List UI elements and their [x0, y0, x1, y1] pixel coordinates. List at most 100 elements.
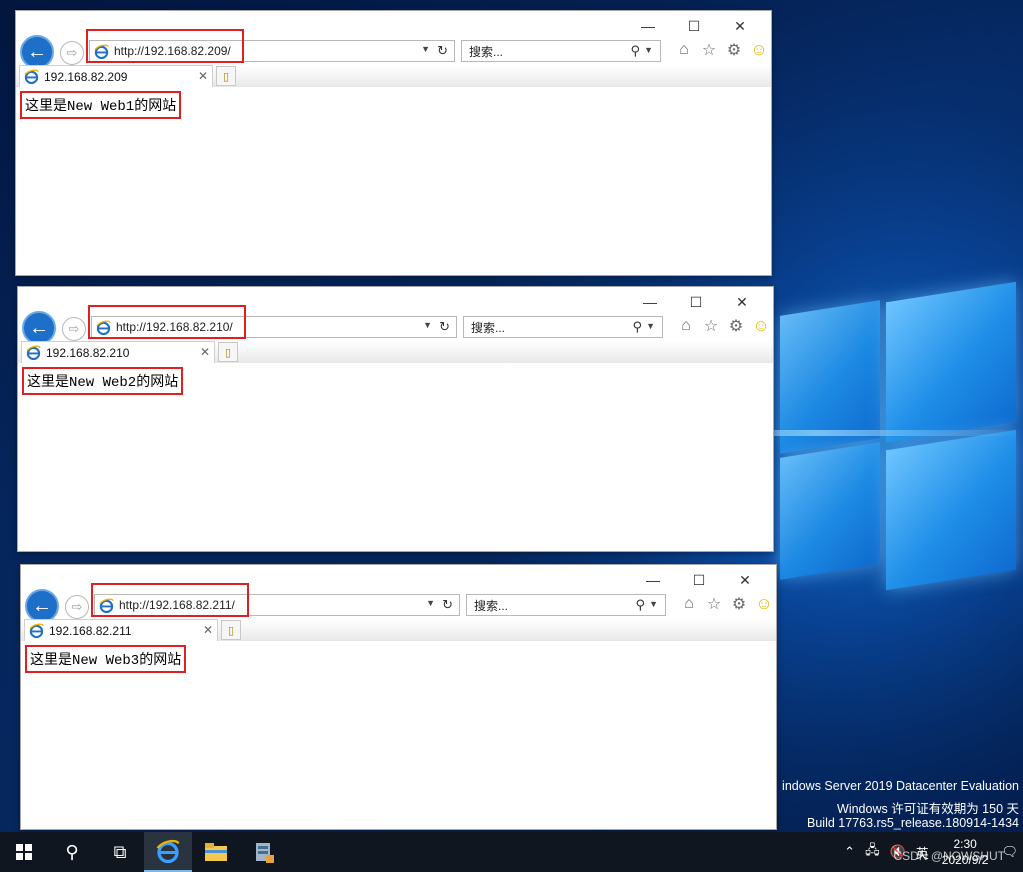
address-highlight-box — [86, 29, 244, 63]
csdn-watermark: CSDN @NOWSHUT — [893, 849, 1005, 863]
watermark-license: Windows 许可证有效期为 150 天 — [837, 802, 1019, 816]
watermark-edition: indows Server 2019 Datacenter Evaluation — [782, 779, 1019, 793]
tab-title: 192.168.82.211 — [49, 623, 132, 638]
search-icon[interactable]: ⚲ — [635, 597, 645, 613]
gear-icon[interactable]: ⚙ — [725, 315, 747, 337]
network-icon[interactable]: 🖧 — [860, 841, 885, 863]
content-prefix: 这里是 — [25, 98, 67, 114]
search-icon[interactable]: ⚲ — [632, 319, 642, 335]
smiley-icon[interactable]: ☺ — [750, 315, 772, 337]
file-explorer-icon[interactable] — [192, 832, 240, 872]
address-highlight-box — [88, 305, 246, 339]
home-icon[interactable]: ⌂ — [673, 39, 695, 61]
task-view-icon[interactable]: ⧉ — [96, 832, 144, 872]
address-highlight-box — [91, 583, 249, 617]
content-prefix: 这里是 — [30, 652, 72, 668]
windows-logo-wallpaper — [770, 281, 1023, 591]
tab-active[interactable]: 192.168.82.209 ✕ — [19, 65, 213, 87]
close-button[interactable]: ✕ — [719, 291, 765, 313]
gear-icon[interactable]: ⚙ — [728, 593, 750, 615]
minimize-button[interactable]: — — [625, 15, 671, 37]
content-prefix: 这里是 — [27, 374, 69, 390]
refresh-icon[interactable]: ↻ — [439, 319, 450, 335]
forward-button[interactable]: ⇨ — [65, 595, 89, 619]
server-manager-icon[interactable] — [240, 832, 288, 872]
minimize-button[interactable]: — — [627, 291, 673, 313]
browser-window-1[interactable]: — ☐ ✕ ← ⇨ http://192.168.82.209/ ▼ ↻ 搜索.… — [15, 10, 772, 276]
back-arrow-icon: ← — [32, 594, 52, 617]
forward-button[interactable]: ⇨ — [62, 317, 86, 341]
tab-active[interactable]: 192.168.82.211 ✕ — [24, 619, 218, 641]
ie-tab-icon — [24, 69, 39, 84]
smiley-icon[interactable]: ☺ — [753, 593, 775, 615]
search-box[interactable]: 搜索... ⚲ ▼ — [461, 40, 661, 62]
browser-window-2[interactable]: — ☐ ✕ ← ⇨ http://192.168.82.210/ ▼ ↻ 搜索.… — [17, 286, 774, 552]
star-icon[interactable]: ☆ — [700, 315, 722, 337]
minimize-button[interactable]: — — [630, 569, 676, 591]
gear-icon[interactable]: ⚙ — [723, 39, 745, 61]
star-icon[interactable]: ☆ — [698, 39, 720, 61]
home-icon[interactable]: ⌂ — [675, 315, 697, 337]
search-box[interactable]: 搜索... ⚲ ▼ — [466, 594, 666, 616]
maximize-button[interactable]: ☐ — [676, 569, 722, 591]
back-arrow-icon: ← — [29, 316, 49, 339]
toolbar-icons: ⌂ ☆ ⚙ ☺ — [673, 39, 770, 61]
search-taskbar-icon[interactable]: ⚲ — [48, 832, 96, 872]
forward-arrow-icon: ⇨ — [68, 321, 80, 336]
back-button[interactable]: ← — [22, 311, 56, 345]
windows-start-icon[interactable] — [0, 832, 48, 872]
maximize-button[interactable]: ☐ — [671, 15, 717, 37]
star-icon[interactable]: ☆ — [703, 593, 725, 615]
title-buttons: — ☐ ✕ — [625, 15, 763, 37]
address-dropdown-icon[interactable]: ▼ — [426, 598, 435, 608]
search-dropdown-icon[interactable]: ▼ — [644, 45, 653, 55]
close-button[interactable]: ✕ — [717, 15, 763, 37]
content-suffix: 的网站 — [134, 98, 177, 114]
ie-tab-icon — [26, 345, 41, 360]
search-icon[interactable]: ⚲ — [630, 43, 640, 59]
content-site-name: New Web1 — [67, 99, 135, 115]
page-content-text: 这里是New Web1的网站 — [20, 91, 182, 119]
content-site-name: New Web3 — [72, 653, 140, 669]
close-button[interactable]: ✕ — [722, 569, 768, 591]
address-dropdown-icon[interactable]: ▼ — [423, 320, 432, 330]
back-button[interactable]: ← — [20, 35, 54, 69]
search-dropdown-icon[interactable]: ▼ — [649, 599, 658, 609]
tab-strip: 192.168.82.210 ✕ ▯ — [18, 341, 773, 363]
refresh-icon[interactable]: ↻ — [442, 597, 453, 613]
toolbar-icons: ⌂ ☆ ⚙ ☺ — [675, 315, 772, 337]
smiley-icon[interactable]: ☺ — [748, 39, 770, 61]
search-box[interactable]: 搜索... ⚲ ▼ — [463, 316, 663, 338]
new-tab-button[interactable]: ▯ — [221, 620, 241, 640]
chevron-up-icon[interactable]: ⌃ — [839, 844, 860, 860]
tab-strip: 192.168.82.209 ✕ ▯ — [16, 65, 771, 87]
home-icon[interactable]: ⌂ — [678, 593, 700, 615]
taskbar: ⚲ ⧉ ⌃ 🖧 🔇 英 2:30 2020/9/2 🗨 CSDN @NOWSHU… — [0, 832, 1023, 872]
search-placeholder: 搜索... — [471, 320, 506, 335]
search-placeholder: 搜索... — [474, 598, 509, 613]
new-tab-button[interactable]: ▯ — [218, 342, 238, 362]
back-arrow-icon: ← — [27, 40, 47, 63]
tab-close-icon[interactable]: ✕ — [200, 345, 210, 359]
refresh-icon[interactable]: ↻ — [437, 43, 448, 59]
tab-title: 192.168.82.210 — [46, 345, 130, 360]
tab-close-icon[interactable]: ✕ — [203, 623, 213, 637]
maximize-button[interactable]: ☐ — [673, 291, 719, 313]
internet-explorer-taskbar-icon[interactable] — [144, 832, 192, 872]
tab-close-icon[interactable]: ✕ — [198, 69, 208, 83]
watermark-build: Build 17763.rs5_release.180914-1434 — [807, 816, 1019, 830]
tab-active[interactable]: 192.168.82.210 ✕ — [21, 341, 215, 363]
search-dropdown-icon[interactable]: ▼ — [646, 321, 655, 331]
forward-button[interactable]: ⇨ — [60, 41, 84, 65]
browser-window-3[interactable]: — ☐ ✕ ← ⇨ http://192.168.82.211/ ▼ ↻ 搜索.… — [20, 564, 777, 830]
new-tab-button[interactable]: ▯ — [216, 66, 236, 86]
tab-title: 192.168.82.209 — [44, 69, 128, 84]
search-placeholder: 搜索... — [469, 44, 504, 59]
back-button[interactable]: ← — [25, 589, 59, 623]
toolbar-icons: ⌂ ☆ ⚙ ☺ — [678, 593, 775, 615]
page-content-text: 这里是New Web2的网站 — [22, 367, 184, 395]
title-buttons: — ☐ ✕ — [627, 291, 765, 313]
title-buttons: — ☐ ✕ — [630, 569, 768, 591]
address-dropdown-icon[interactable]: ▼ — [421, 44, 430, 54]
forward-arrow-icon: ⇨ — [66, 45, 78, 60]
